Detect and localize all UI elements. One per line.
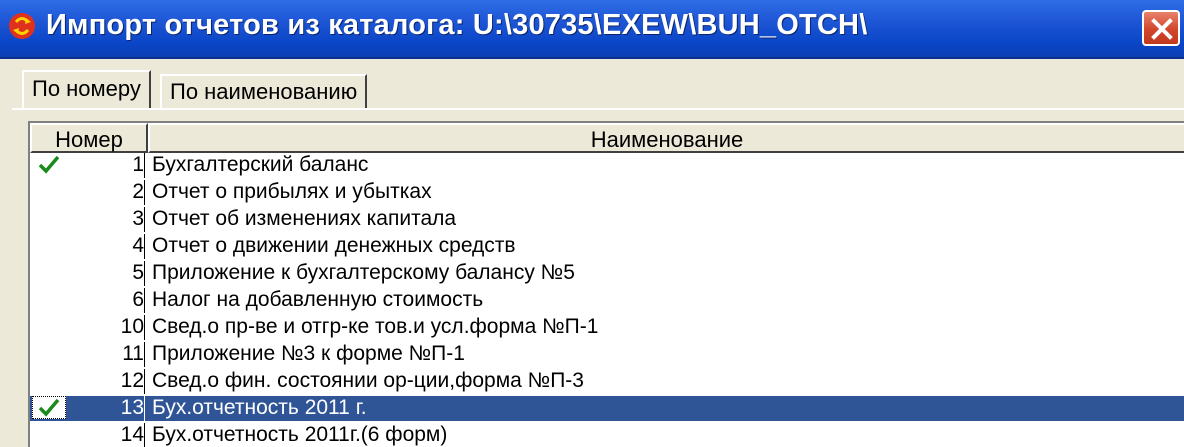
row-number: 2: [30, 180, 145, 205]
row-number: 6: [30, 288, 145, 313]
table-row[interactable]: 3 Отчет об изменениях капитала: [30, 207, 1184, 232]
row-name: Отчет о движении денежных средств: [152, 234, 516, 257]
table-row[interactable]: 4 Отчет о движении денежных средств: [30, 234, 1184, 259]
row-number: 13: [30, 396, 145, 421]
table-row[interactable]: 10 Свед.о пр-ве и отгр-ке тов.и усл.форма…: [30, 315, 1184, 340]
row-name: Отчет об изменениях капитала: [152, 207, 457, 230]
column-header-number[interactable]: Номер: [30, 123, 148, 153]
row-number: 4: [30, 234, 145, 259]
table-row[interactable]: 1 Бухгалтерский баланс: [30, 153, 1184, 178]
row-name: Приложение №3 к форме №П-1: [152, 342, 465, 365]
window-title: Импорт отчетов из каталога: U:\30735\EXE…: [46, 9, 868, 41]
row-number: 3: [30, 207, 145, 232]
title-bar[interactable]: Импорт отчетов из каталога: U:\30735\EXE…: [0, 0, 1184, 59]
reports-grid[interactable]: Номер Наименование 1 Бухгалтерский баланс…: [28, 121, 1184, 447]
row-number: 11: [30, 342, 145, 367]
close-icon: [1151, 18, 1173, 40]
row-number: 5: [30, 261, 145, 286]
column-header-name[interactable]: Наименование: [148, 123, 1184, 153]
row-number: 10: [30, 315, 145, 340]
row-name: Свед.о фин. состоянии ор-ции,форма №П-3: [152, 369, 584, 392]
tab-by-number[interactable]: По номеру: [22, 70, 151, 108]
grid-header: Номер Наименование: [30, 123, 1184, 153]
row-name: Бухгалтерский баланс: [152, 153, 369, 176]
row-number: 1: [30, 153, 145, 178]
row-name: Свед.о пр-ве и отгр-ке тов.и усл.форма №…: [152, 315, 599, 338]
close-button[interactable]: [1142, 10, 1180, 46]
row-name: Приложение к бухгалтерскому балансу №5: [152, 261, 575, 284]
tab-by-name[interactable]: По наименованию: [160, 74, 368, 108]
tab-panel-edge: [12, 108, 1184, 110]
row-number: 12: [30, 369, 145, 394]
row-number: 14: [30, 423, 145, 447]
table-row[interactable]: 11 Приложение №3 к форме №П-1: [30, 342, 1184, 367]
table-row[interactable]: 2 Отчет о прибылях и убытках: [30, 180, 1184, 205]
table-row[interactable]: 12 Свед.о фин. состоянии ор-ции,форма №П-…: [30, 369, 1184, 394]
table-row[interactable]: 5 Приложение к бухгалтерскому балансу №5: [30, 261, 1184, 286]
table-row[interactable]: 14 Бух.отчетность 2011г.(6 форм): [30, 423, 1184, 447]
recycle-app-icon: [9, 13, 35, 39]
row-name: Бух.отчетность 2011 г.: [152, 396, 367, 419]
table-row[interactable]: 6 Налог на добавленную стоимость: [30, 288, 1184, 313]
row-name: Бух.отчетность 2011г.(6 форм): [152, 423, 448, 446]
import-reports-window: Импорт отчетов из каталога: U:\30735\EXE…: [0, 0, 1184, 447]
row-name: Отчет о прибылях и убытках: [152, 180, 432, 203]
table-row[interactable]: 13 Бух.отчетность 2011 г.: [30, 396, 1184, 421]
row-name: Налог на добавленную стоимость: [152, 288, 484, 311]
